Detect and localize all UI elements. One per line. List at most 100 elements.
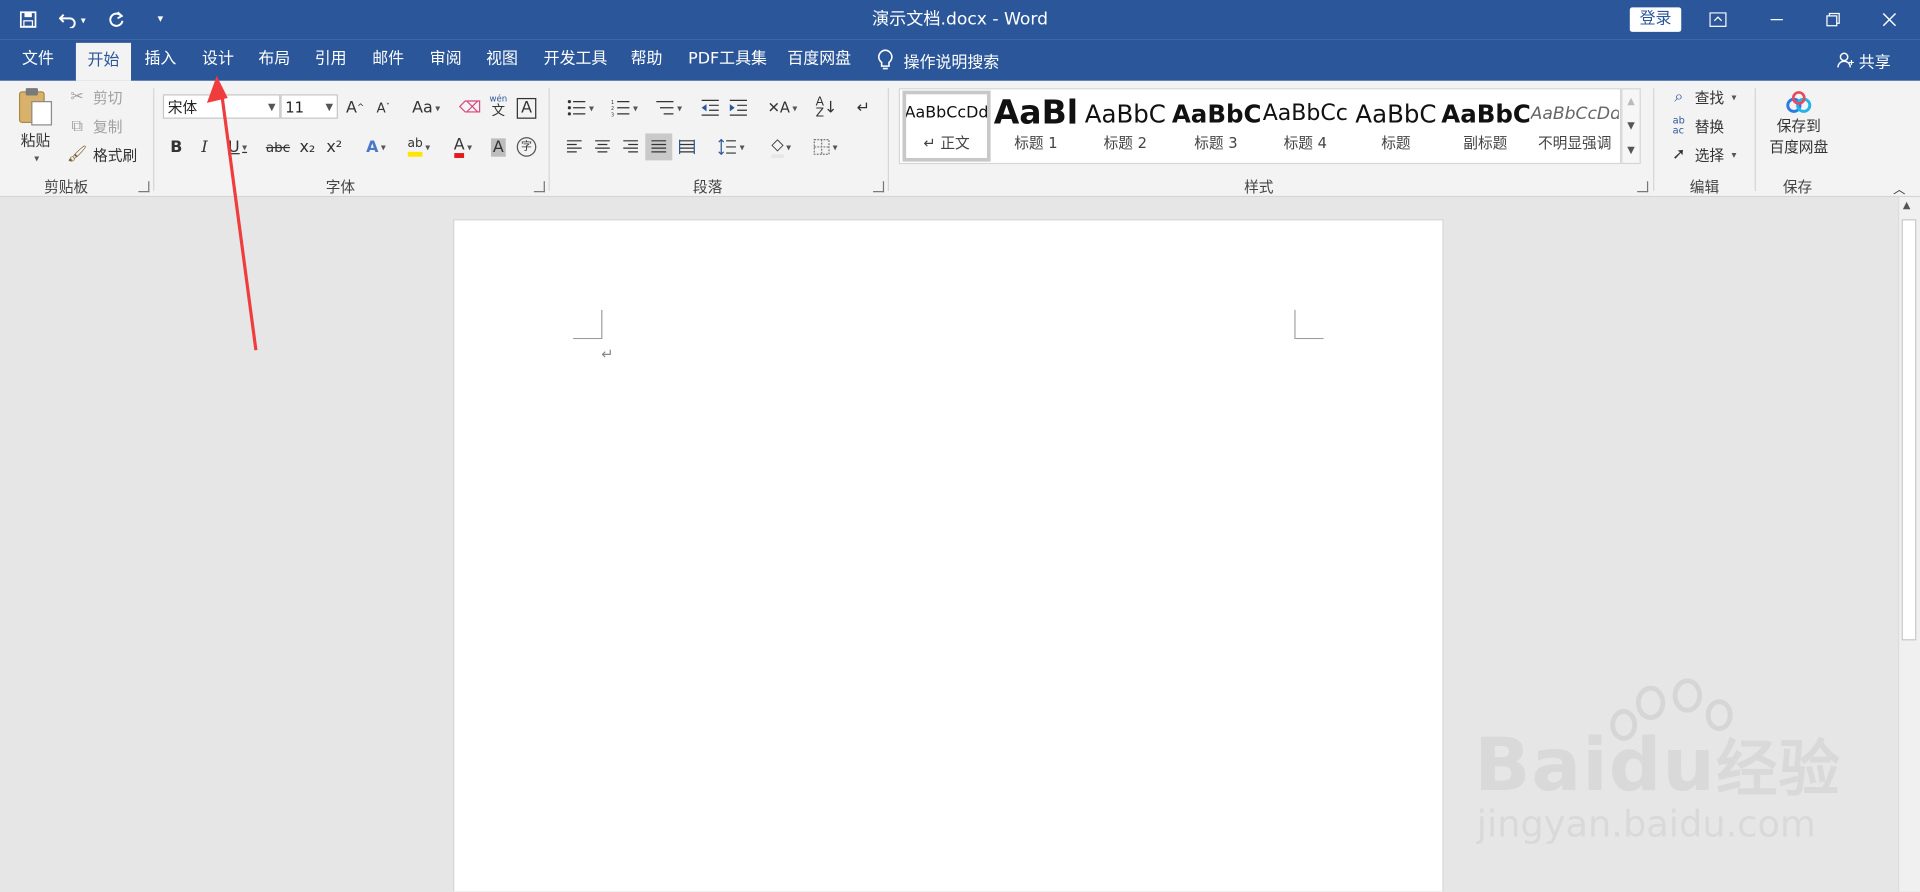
tab-layout[interactable]: 布局 <box>249 39 300 81</box>
tab-pdf-tools[interactable]: PDF工具集 <box>678 39 776 81</box>
bold-button[interactable]: B <box>163 133 190 160</box>
shrink-font-icon: A <box>376 99 386 116</box>
save-to-baidu-netdisk-button[interactable]: 保存到 百度网盘 <box>1763 91 1834 157</box>
tell-me-search[interactable]: 操作说明搜索 <box>877 39 999 81</box>
watermark-brand: Baidu经验 <box>1474 722 1841 811</box>
customize-toolbar-button[interactable]: ▾ <box>144 4 176 36</box>
style-preview: AaBbCcDd <box>904 104 989 123</box>
align-center-button[interactable] <box>589 133 616 160</box>
subscript-button[interactable]: x₂ <box>294 133 321 160</box>
font-color-button[interactable]: A ▾ <box>443 133 482 160</box>
justify-button[interactable] <box>645 133 673 161</box>
copy-button[interactable]: ⧉ 复制 <box>66 115 122 137</box>
style-label: 标题 <box>1381 134 1411 152</box>
shading-button[interactable]: ◇ ▾ <box>762 133 801 160</box>
more-styles-icon[interactable]: ▼ <box>1622 138 1639 162</box>
paragraph-launcher-icon[interactable] <box>873 181 885 193</box>
underline-button[interactable]: U ▾ <box>219 133 256 160</box>
scroll-down-icon[interactable]: ▼ <box>1622 114 1639 138</box>
tab-file[interactable]: 文件 <box>12 39 63 81</box>
watermark-brand-bai: Bai <box>1474 722 1609 809</box>
login-button[interactable]: 登录 <box>1629 7 1682 32</box>
grow-font-button[interactable]: A ^ <box>342 94 369 121</box>
tab-references[interactable]: 引用 <box>305 39 356 81</box>
redo-button[interactable] <box>100 4 132 36</box>
save-button[interactable] <box>12 4 44 36</box>
shrink-font-button[interactable]: Aˇ <box>370 94 397 121</box>
chevron-down-icon: ▾ <box>1731 148 1737 160</box>
style-subtle-emphasis[interactable]: AaBbCcDd 不明显强调 <box>1531 91 1619 162</box>
ribbon-display-options-button[interactable] <box>1690 0 1746 39</box>
scroll-up-icon[interactable]: ▲ <box>1622 89 1639 113</box>
superscript-button[interactable]: x² <box>321 133 348 160</box>
tab-view[interactable]: 视图 <box>476 39 527 81</box>
sort-button[interactable]: A Z ↓ <box>813 94 840 121</box>
share-button[interactable]: 共享 <box>1837 39 1891 81</box>
highlight-color-button[interactable]: ab ▾ <box>399 133 438 160</box>
distributed-button[interactable] <box>673 133 700 160</box>
clipboard-launcher-icon[interactable] <box>138 181 150 193</box>
minimize-button[interactable] <box>1749 0 1805 39</box>
style-normal[interactable]: AaBbCcDd ↵ 正文 <box>902 90 991 162</box>
style-heading-4[interactable]: AaBbCc 标题 4 <box>1261 91 1349 162</box>
style-heading-3[interactable]: AaBbC 标题 3 <box>1172 91 1260 162</box>
close-button[interactable] <box>1861 0 1917 39</box>
styles-gallery-scroller[interactable]: ▲ ▼ ▼ <box>1621 88 1641 165</box>
phonetic-guide-button[interactable]: wén 文 <box>485 92 512 119</box>
enclose-characters-button[interactable]: 字 <box>513 133 540 160</box>
tab-developer[interactable]: 开发工具 <box>534 39 617 81</box>
word-window: ▾ ▾ 演示文档.docx - Word 登录 文件 开始 插入 设计 布局 引… <box>0 0 1920 892</box>
character-border-button[interactable]: A <box>513 94 540 121</box>
document-page[interactable]: ↵ <box>453 219 1444 892</box>
eraser-icon: ⌫ <box>458 98 482 117</box>
style-subtitle[interactable]: AaBbC 副标题 <box>1441 91 1529 162</box>
text-effects-button[interactable]: A ▾ <box>358 133 395 160</box>
font-launcher-icon[interactable] <box>533 181 545 193</box>
undo-button[interactable]: ▾ <box>56 4 88 36</box>
show-marks-button[interactable]: ↵ <box>850 94 877 121</box>
numbering-button[interactable]: 1 2 3 ▾ <box>605 94 644 121</box>
find-button[interactable]: ⌕ 查找 ▾ <box>1668 86 1736 108</box>
tab-mailings[interactable]: 邮件 <box>362 39 413 81</box>
restore-button[interactable] <box>1805 0 1861 39</box>
align-right-button[interactable] <box>617 133 644 160</box>
font-size-combo[interactable]: 11 ▼ <box>280 94 338 119</box>
select-button[interactable]: ➚ 选择 ▾ <box>1668 143 1737 165</box>
borders-button[interactable]: ▾ <box>806 133 845 160</box>
style-heading-1[interactable]: AaBl 标题 1 <box>992 91 1080 162</box>
tab-baidu-netdisk[interactable]: 百度网盘 <box>778 39 861 81</box>
replace-button[interactable]: ab ac 替换 <box>1668 115 1724 137</box>
scrollbar-thumb[interactable] <box>1901 219 1917 641</box>
decrease-indent-button[interactable] <box>697 94 724 121</box>
tab-review[interactable]: 审阅 <box>420 39 471 81</box>
multilevel-list-button[interactable]: ▾ <box>649 94 688 121</box>
chinese-layout-button[interactable]: ✕A ▾ <box>764 94 801 121</box>
font-name-combo[interactable]: 宋体 ▼ <box>162 94 281 119</box>
strikethrough-button[interactable]: abc <box>262 133 294 160</box>
align-left-button[interactable] <box>561 133 588 160</box>
scroll-up-arrow-icon[interactable]: ▲ <box>1903 200 1911 211</box>
tab-insert[interactable]: 插入 <box>135 39 186 81</box>
italic-button[interactable]: I <box>191 133 218 160</box>
style-title[interactable]: AaBbC 标题 <box>1352 91 1440 162</box>
clipboard-group-label: 剪贴板 <box>44 178 89 196</box>
bullets-button[interactable]: ▾ <box>561 94 600 121</box>
line-spacing-button[interactable]: ▾ <box>713 133 750 160</box>
clear-formatting-button[interactable]: ⌫ <box>457 94 484 121</box>
change-case-button[interactable]: Aa ▾ <box>408 94 445 121</box>
redo-icon <box>109 11 124 27</box>
tab-help[interactable]: 帮助 <box>621 39 672 81</box>
cut-button[interactable]: ✂ 剪切 <box>66 86 122 108</box>
vertical-scrollbar[interactable]: ▲ <box>1897 197 1920 892</box>
styles-group-label: 样式 <box>1244 178 1274 196</box>
collapse-ribbon-button[interactable]: ︿ <box>1893 179 1905 197</box>
chevron-down-icon: ▾ <box>467 141 472 153</box>
style-heading-2[interactable]: AaBbC 标题 2 <box>1081 91 1169 162</box>
tab-home[interactable]: 开始 <box>75 42 132 81</box>
increase-indent-button[interactable] <box>725 94 752 121</box>
paste-button[interactable]: 粘贴 ▾ <box>15 86 57 164</box>
styles-launcher-icon[interactable] <box>1637 181 1649 193</box>
tab-design[interactable]: 设计 <box>192 39 243 81</box>
format-painter-button[interactable]: 🖌 格式刷 <box>66 143 137 165</box>
character-shading-button[interactable]: A <box>485 133 512 160</box>
